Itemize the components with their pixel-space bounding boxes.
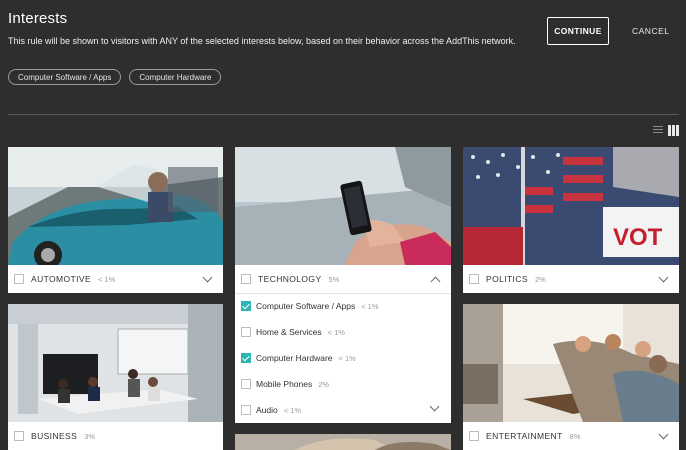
category-name: TECHNOLOGY: [258, 274, 322, 284]
chip-computer-hardware[interactable]: Computer Hardware: [129, 69, 222, 85]
category-card-entertainment: ENTERTAINMENT 8%: [463, 304, 679, 450]
list-view-icon[interactable]: [653, 126, 663, 136]
category-bar-entertainment[interactable]: ENTERTAINMENT 8%: [463, 422, 679, 450]
audio-checkbox[interactable]: [241, 405, 251, 415]
chevron-up-icon[interactable]: [430, 276, 441, 287]
home-services-checkbox[interactable]: [241, 327, 251, 337]
category-percent: 2%: [534, 274, 546, 284]
subcategory-computer-hardware[interactable]: Computer Hardware < 1%: [235, 345, 451, 371]
category-card-next: [235, 434, 451, 450]
continue-button[interactable]: CONTINUE: [547, 17, 609, 45]
business-checkbox[interactable]: [14, 431, 24, 441]
subcategory-percent: < 1%: [327, 327, 345, 337]
category-name: BUSINESS: [31, 431, 78, 441]
subcategory-label: Audio: [256, 405, 278, 415]
category-card-business: BUSINESS 3%: [8, 304, 223, 450]
category-card-technology: TECHNOLOGY 5% Computer Software / Apps <…: [235, 147, 451, 423]
divider: [8, 114, 679, 115]
category-card-automotive: AUTOMOTIVE < 1%: [8, 147, 223, 293]
politics-checkbox[interactable]: [469, 274, 479, 284]
cancel-button[interactable]: CANCEL: [632, 26, 669, 36]
mobile-phones-checkbox[interactable]: [241, 379, 251, 389]
subcategory-percent: < 1%: [361, 301, 379, 311]
computer-hardware-checkbox[interactable]: [241, 353, 251, 363]
chevron-down-icon[interactable]: [658, 429, 669, 440]
category-bar-politics[interactable]: POLITICS 2%: [463, 265, 679, 293]
category-bar-automotive[interactable]: AUTOMOTIVE < 1%: [8, 265, 223, 293]
category-card-politics: VOT POLITICS 2%: [463, 147, 679, 293]
subcategory-label: Computer Software / Apps: [256, 301, 356, 311]
chip-computer-software[interactable]: Computer Software / Apps: [8, 69, 122, 85]
page-title: Interests: [8, 10, 68, 27]
category-name: ENTERTAINMENT: [486, 431, 563, 441]
category-percent: 5%: [328, 274, 340, 284]
subcategory-percent: < 1%: [283, 405, 302, 415]
category-percent: 8%: [569, 431, 581, 441]
entertainment-image: [463, 304, 679, 422]
chevron-down-icon[interactable]: [202, 272, 213, 283]
category-percent: < 1%: [98, 274, 116, 284]
subcategory-percent: < 1%: [338, 353, 356, 363]
category-name: AUTOMOTIVE: [31, 274, 92, 284]
subcategory-audio[interactable]: Audio < 1%: [235, 397, 451, 423]
business-image: [8, 304, 223, 422]
technology-checkbox[interactable]: [241, 274, 251, 284]
category-name: POLITICS: [486, 274, 528, 284]
technology-subcategory-list: Computer Software / Apps < 1% Home & Ser…: [235, 293, 451, 423]
subcategory-label: Computer Hardware: [256, 353, 333, 363]
page-subtitle: This rule will be shown to visitors with…: [8, 36, 516, 46]
automotive-image: [8, 147, 223, 265]
subcategory-percent: 2%: [318, 379, 330, 389]
automotive-checkbox[interactable]: [14, 274, 24, 284]
category-bar-business[interactable]: BUSINESS 3%: [8, 422, 223, 450]
next-category-image: [235, 434, 451, 450]
subcategory-label: Home & Services: [256, 327, 322, 337]
subcategory-label: Mobile Phones: [256, 379, 313, 389]
subcategory-home-services[interactable]: Home & Services < 1%: [235, 319, 451, 345]
grid-view-icon[interactable]: [668, 125, 679, 136]
category-percent: 3%: [84, 431, 96, 441]
technology-image: [235, 147, 451, 265]
chevron-down-icon[interactable]: [658, 272, 669, 283]
svg-text:VOT: VOT: [613, 224, 663, 251]
category-bar-technology[interactable]: TECHNOLOGY 5%: [235, 265, 451, 293]
entertainment-checkbox[interactable]: [469, 431, 479, 441]
subcategory-mobile-phones[interactable]: Mobile Phones 2%: [235, 371, 451, 397]
computer-software-checkbox[interactable]: [241, 301, 251, 311]
politics-image: VOT: [463, 147, 679, 265]
subcategory-computer-software[interactable]: Computer Software / Apps < 1%: [235, 293, 451, 319]
selected-interests: Computer Software / Apps Computer Hardwa…: [8, 69, 222, 85]
